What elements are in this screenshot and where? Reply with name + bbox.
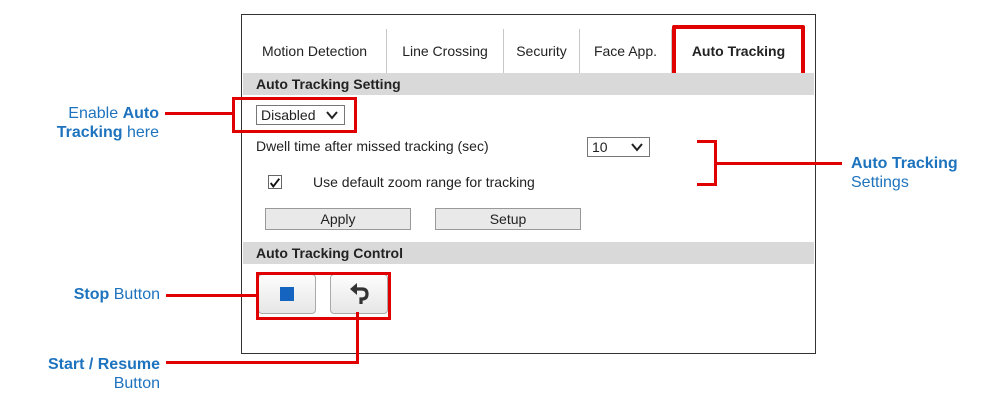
resume-annotation: Start / Resume Button (47, 356, 160, 392)
settings-annotation: Auto Tracking Settings (851, 155, 958, 191)
chevron-down-icon (631, 143, 643, 152)
stop-annotation: Stop Button (73, 286, 160, 303)
apply-button[interactable]: Apply (265, 208, 411, 230)
tab-bar: Motion Detection Line Crossing Security … (243, 25, 813, 78)
bracket-bottom (697, 183, 717, 186)
tab-line-crossing[interactable]: Line Crossing (387, 29, 504, 73)
tab-highlight-box (672, 25, 805, 78)
resume-pointer-horizontal (166, 361, 359, 364)
settings-pointer-line (717, 162, 842, 165)
control-buttons-highlight (256, 272, 391, 320)
resume-pointer-vertical (356, 312, 359, 364)
tab-motion-detection[interactable]: Motion Detection (243, 29, 387, 73)
dwell-time-label: Dwell time after missed tracking (sec) (256, 138, 489, 154)
dwell-time-select[interactable]: 10 (587, 137, 650, 157)
zoom-range-label: Use default zoom range for tracking (313, 174, 535, 190)
checkmark-icon (269, 178, 281, 188)
stop-pointer-line (166, 294, 257, 297)
dwell-time-value: 10 (592, 139, 608, 155)
enable-select-highlight (232, 97, 357, 133)
setup-button[interactable]: Setup (435, 208, 581, 230)
setting-section-header: Auto Tracking Setting (243, 73, 814, 95)
control-section-header: Auto Tracking Control (243, 242, 814, 264)
tab-face-app[interactable]: Face App. (580, 29, 672, 73)
enable-pointer-line (165, 112, 233, 115)
tab-security[interactable]: Security (504, 29, 580, 73)
zoom-range-checkbox[interactable] (268, 175, 282, 189)
enable-annotation: Enable Auto Tracking here (56, 105, 159, 141)
